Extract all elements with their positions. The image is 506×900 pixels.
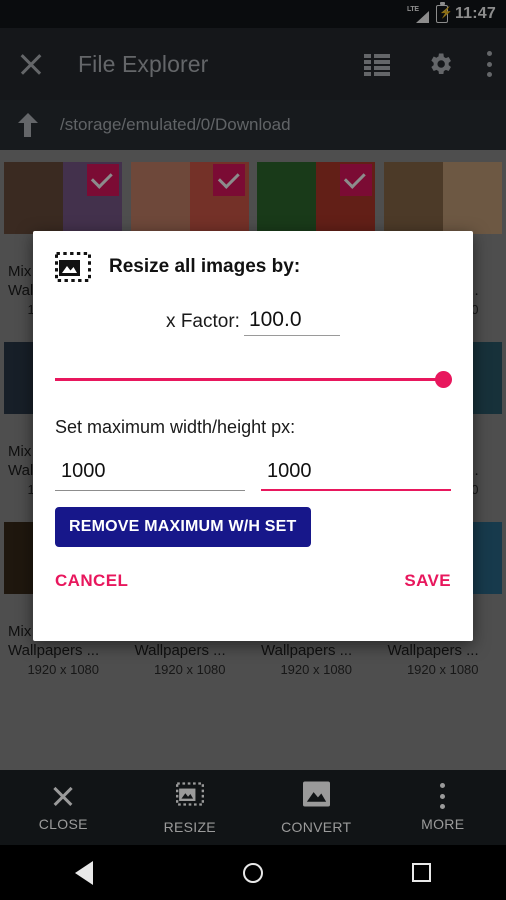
max-width-input[interactable]: 1000 [55,460,245,491]
slider-thumb[interactable] [435,371,452,388]
phone-screen: LTE ⚡ 11:47 File Explorer /storage/emula… [0,0,506,900]
cancel-button[interactable]: CANCEL [55,571,128,591]
nav-home-icon[interactable] [169,862,338,883]
factor-input[interactable]: 100.0 [243,308,340,336]
system-nav-bar [0,845,506,900]
bottom-toolbar: CLOSE RESIZE CONVERT MORE [0,770,506,845]
image-icon [302,780,330,812]
toolbar-item-more[interactable]: MORE [380,770,506,845]
dialog-title: Resize all images by: [109,256,301,277]
factor-label: x Factor: [166,311,240,332]
toolbar-item-convert[interactable]: CONVERT [253,770,380,845]
save-button[interactable]: SAVE [404,571,451,591]
width-height-row: 1000 1000 [55,460,451,491]
factor-slider[interactable] [55,369,452,389]
slider-track [55,378,451,381]
toolbar-item-close[interactable]: CLOSE [0,770,127,845]
max-height-input[interactable]: 1000 [261,460,451,491]
resize-image-icon [55,252,91,282]
dialog-header: Resize all images by: [55,231,451,282]
remove-maximum-button[interactable]: REMOVE MAXIMUM W/H SET [55,507,311,547]
factor-row: x Factor: 100.0 [55,308,451,336]
resize-image-icon [175,781,204,812]
nav-recents-icon[interactable] [337,863,506,882]
toolbar-item-resize[interactable]: RESIZE [127,770,254,845]
toolbar-label-resize: RESIZE [163,818,216,835]
close-icon [50,783,76,809]
overflow-menu-icon [440,783,446,809]
resize-dialog: Resize all images by: x Factor: 100.0 Se… [33,231,473,641]
toolbar-label-convert: CONVERT [281,818,352,835]
max-size-label: Set maximum width/height px: [55,417,296,437]
toolbar-label-more: MORE [421,816,465,832]
toolbar-label-close: CLOSE [38,816,88,832]
nav-back-icon[interactable] [0,860,169,885]
dialog-actions: CANCEL SAVE [55,571,451,591]
